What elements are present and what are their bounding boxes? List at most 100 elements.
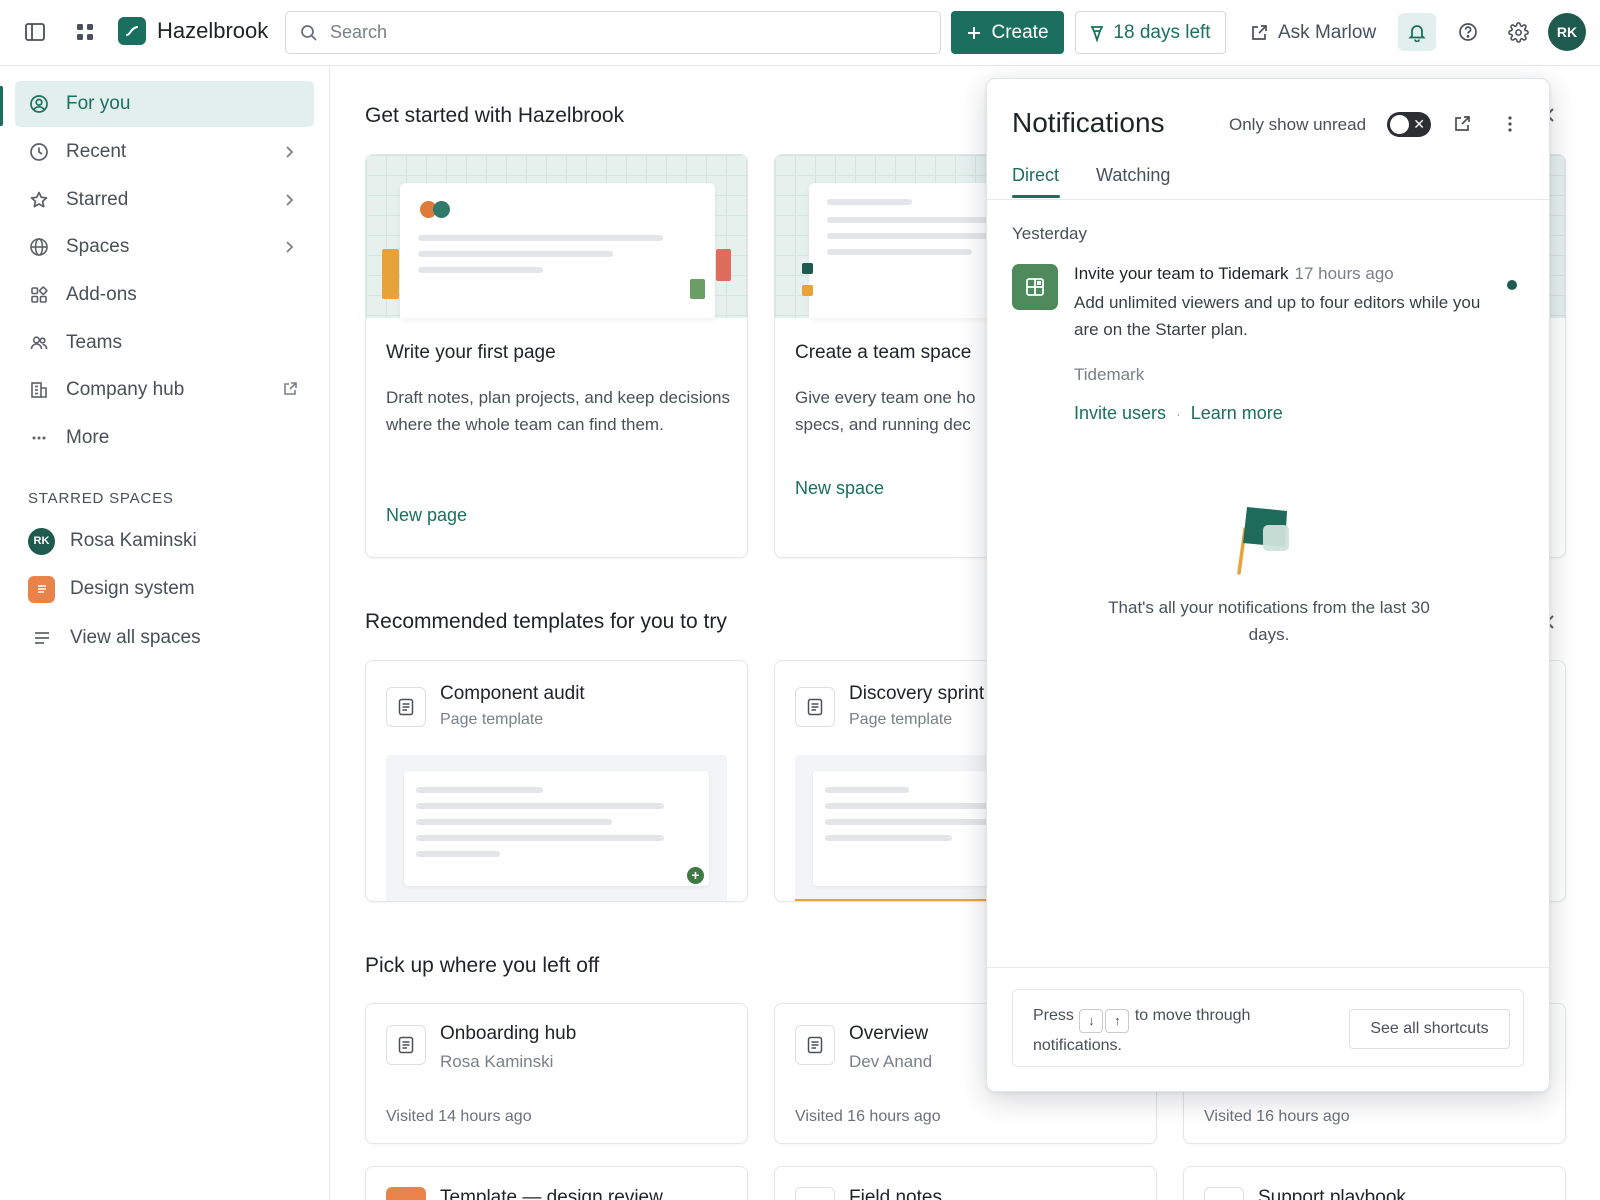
arrow-down-key-icon: ↓: [1079, 1009, 1104, 1033]
flag-illustration-icon: [1235, 501, 1299, 575]
get-started-card-write-page[interactable]: Write your first page Draft notes, plan …: [365, 154, 748, 558]
template-type: Page template: [440, 711, 544, 728]
arrow-up-key-icon: ↑: [1105, 1009, 1130, 1033]
search-box[interactable]: [285, 11, 941, 54]
shortcut-hint-text: Press ↓ ↑ to move through notifications.: [1033, 1003, 1293, 1059]
sidebar-item-label: Teams: [66, 332, 122, 353]
space-rosa-kaminski[interactable]: RK Rosa Kaminski: [28, 526, 197, 556]
new-space-link[interactable]: New space: [795, 478, 884, 499]
get-started-heading: Get started with Hazelbrook: [365, 104, 625, 127]
visited-time: Visited 14 hours ago: [386, 1108, 532, 1125]
view-all-spaces-link[interactable]: View all spaces: [28, 623, 201, 653]
active-indicator: [0, 86, 3, 126]
only-unread-toggle[interactable]: ✕: [1387, 112, 1431, 137]
recent-heading: Pick up where you left off: [365, 954, 600, 977]
trial-button[interactable]: 18 days left: [1075, 11, 1226, 54]
page-document-icon: [795, 687, 835, 727]
sidebar-item-starred[interactable]: Starred: [15, 177, 314, 223]
avatar: RK: [28, 527, 55, 555]
star-icon: [28, 189, 50, 211]
sidebar-item-for-you[interactable]: For you: [15, 81, 314, 127]
clock-icon: [28, 141, 50, 163]
chevron-right-icon[interactable]: [280, 238, 298, 256]
sidebar-item-company-hub[interactable]: Company hub: [15, 367, 314, 413]
edit-external-icon: [1250, 24, 1268, 42]
see-all-shortcuts-button[interactable]: See all shortcuts: [1349, 1009, 1510, 1049]
tidemark-app-icon: [1012, 264, 1058, 310]
unread-indicator[interactable]: [1507, 280, 1517, 290]
list-lines-icon: [28, 629, 55, 647]
recent-card-support-playbook[interactable]: Support playbook: [1183, 1166, 1566, 1200]
notifications-panel: Notifications Only show unread ✕ Direct …: [986, 78, 1550, 1092]
ellipsis-icon: [28, 427, 50, 449]
recent-card-onboarding-hub[interactable]: Onboarding hub Rosa Kaminski Visited 14 …: [365, 1003, 748, 1144]
sidebar-item-label: Company hub: [66, 379, 185, 400]
globe-icon: [28, 236, 50, 258]
sidebar: For you Recent Starred Spaces Add-ons Te…: [0, 66, 330, 1200]
people-icon: [28, 332, 50, 354]
tab-direct[interactable]: Direct: [1012, 165, 1059, 186]
settings-gear-icon[interactable]: [1499, 13, 1537, 51]
separator-dot: ·: [1176, 405, 1181, 422]
apps-icon: [28, 284, 50, 306]
template-card-component-audit[interactable]: Component audit Page template +: [365, 660, 748, 902]
tab-watching[interactable]: Watching: [1096, 165, 1170, 186]
design-system-space-icon: [386, 1187, 426, 1200]
help-icon[interactable]: [1449, 13, 1487, 51]
plus-icon: [966, 25, 982, 41]
notification-actions: Invite users · Learn more: [1074, 403, 1283, 424]
user-circle-icon: [28, 93, 50, 115]
sidebar-item-spaces[interactable]: Spaces: [15, 224, 314, 270]
only-unread-label: Only show unread: [1229, 115, 1367, 134]
brand[interactable]: Hazelbrook: [118, 17, 268, 45]
chevron-right-icon[interactable]: [280, 191, 298, 209]
recent-title: Field notes: [849, 1187, 942, 1200]
space-label: View all spaces: [70, 627, 201, 648]
sidebar-item-more[interactable]: More: [15, 415, 314, 461]
card-title: Write your first page: [386, 342, 556, 363]
trial-label: 18 days left: [1113, 21, 1211, 43]
more-options-icon[interactable]: [1500, 114, 1520, 134]
sidebar-item-add-ons[interactable]: Add-ons: [15, 272, 314, 318]
sidebar-item-label: Spaces: [66, 236, 130, 257]
new-page-link[interactable]: New page: [386, 505, 467, 526]
recent-card-field-notes[interactable]: Field notes: [774, 1166, 1157, 1200]
divider: [987, 967, 1549, 968]
search-input[interactable]: [330, 22, 890, 43]
external-link-icon[interactable]: [282, 381, 298, 397]
recent-title: Template — design review: [440, 1187, 663, 1200]
sidebar-item-recent[interactable]: Recent: [15, 129, 314, 175]
page-document-icon: [386, 687, 426, 727]
ask-marlow-button[interactable]: Ask Marlow: [1250, 11, 1376, 54]
template-type: Page template: [849, 711, 953, 728]
learn-more-link[interactable]: Learn more: [1191, 403, 1283, 424]
bell-icon[interactable]: [1398, 13, 1436, 51]
space-design-system[interactable]: Design system: [28, 574, 195, 604]
notification-body: Add unlimited viewers and up to four edi…: [1074, 293, 1481, 339]
user-avatar[interactable]: RK: [1548, 13, 1586, 51]
toggle-knob: [1390, 115, 1409, 134]
recent-card-template-design-review[interactable]: Template — design review: [365, 1166, 748, 1200]
page-document-icon: [1204, 1187, 1244, 1200]
chevron-right-icon[interactable]: [280, 143, 298, 161]
create-button[interactable]: Create: [951, 11, 1064, 54]
active-tab-underline: [1012, 195, 1060, 198]
recent-owner: Dev Anand: [849, 1052, 933, 1071]
day-group-label: Yesterday: [1012, 224, 1087, 243]
visited-time: Visited 16 hours ago: [1204, 1108, 1350, 1125]
shortcut-hint: Press ↓ ↑ to move through notifications. …: [1012, 989, 1524, 1067]
building-icon: [28, 379, 50, 401]
invite-users-link[interactable]: Invite users: [1074, 403, 1166, 424]
sidebar-item-label: Starred: [66, 189, 129, 210]
hazelbrook-logo-icon: [118, 17, 146, 45]
templates-heading: Recommended templates for you to try: [365, 610, 727, 633]
add-icon: +: [687, 867, 704, 884]
sidebar-item-teams[interactable]: Teams: [15, 320, 314, 366]
template-title: Discovery sprint: [849, 683, 985, 704]
sidebar-toggle-icon[interactable]: [16, 13, 54, 51]
notification-heading[interactable]: Invite your team to Tidemark 17 hours ago: [1074, 264, 1394, 284]
open-external-icon[interactable]: [1452, 114, 1472, 134]
sidebar-item-label: For you: [66, 93, 131, 114]
app-switcher-icon[interactable]: [66, 13, 104, 51]
recent-owner: Rosa Kaminski: [440, 1052, 554, 1071]
